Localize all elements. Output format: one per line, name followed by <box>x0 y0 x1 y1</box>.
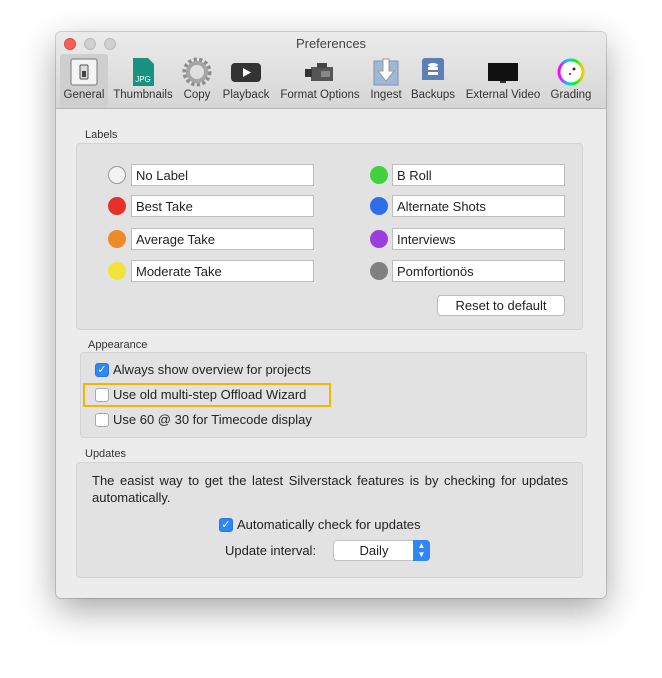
drive-icon <box>422 58 444 85</box>
checkbox[interactable]: ✓ <box>219 518 233 532</box>
label-name-field[interactable]: Alternate Shots <box>392 195 565 217</box>
label-name-field[interactable]: Best Take <box>131 195 314 217</box>
label-name-field[interactable]: No Label <box>131 164 314 186</box>
jpg-file-icon: JPG <box>133 58 154 86</box>
tab-external-video[interactable]: External Video <box>462 54 544 108</box>
checkbox[interactable] <box>95 388 109 402</box>
appearance-heading: Appearance <box>88 339 148 351</box>
label-color-dot <box>108 230 126 248</box>
tab-backups[interactable]: Backups <box>408 54 458 108</box>
play-icon <box>231 63 261 82</box>
svg-text:JPG: JPG <box>135 75 151 84</box>
tab-label: Ingest <box>370 89 402 101</box>
update-interval-label: Update interval: <box>225 543 317 558</box>
chevron-updown-icon: ▲ ▼ <box>413 540 430 561</box>
updates-heading: Updates <box>85 448 126 460</box>
updates-description: The easist way to get the latest Silvers… <box>92 473 568 505</box>
toolbar: Preferences General JPG Thumbnails Copy … <box>56 32 606 109</box>
checkbox-label: Use 60 @ 30 for Timecode display <box>113 412 312 427</box>
window-title: Preferences <box>295 36 367 51</box>
tab-general[interactable]: General <box>60 54 108 108</box>
label-color-dot <box>108 166 126 184</box>
monitor-icon <box>488 63 518 83</box>
tab-grading[interactable]: Grading <box>546 54 596 108</box>
checkbox-label: Always show overview for projects <box>113 362 311 377</box>
tab-label: Copy <box>183 89 211 101</box>
labels-heading: Labels <box>85 129 118 141</box>
camera-icon <box>305 63 333 81</box>
update-interval-select[interactable]: Daily ▲ ▼ <box>333 540 430 561</box>
label-color-dot <box>108 197 126 215</box>
checkbox[interactable] <box>95 413 109 427</box>
label-color-dot <box>370 166 388 184</box>
checkbox-label: Use old multi-step Offload Wizard <box>113 387 307 402</box>
label-color-dot <box>370 230 388 248</box>
tab-thumbnails[interactable]: JPG Thumbnails <box>111 54 175 108</box>
label-color-dot <box>108 262 126 280</box>
select-value: Daily <box>359 543 389 558</box>
label-name-field[interactable]: Average Take <box>131 228 314 250</box>
tab-playback[interactable]: Playback <box>219 54 273 108</box>
color-wheel-icon <box>557 58 585 86</box>
checkbox-label: Automatically check for updates <box>237 517 421 532</box>
tab-ingest[interactable]: Ingest <box>367 54 405 108</box>
label-color-dot <box>370 197 388 215</box>
checkbox[interactable]: ✓ <box>95 363 109 377</box>
label-color-dot <box>370 262 388 280</box>
tab-copy[interactable]: Copy <box>178 54 216 108</box>
label-name-field[interactable]: Moderate Take <box>131 260 314 282</box>
label-name-field[interactable]: Interviews <box>392 228 565 250</box>
tab-label: Backups <box>410 89 456 101</box>
tab-label: Thumbnails <box>113 89 173 101</box>
switch-icon <box>70 58 98 86</box>
tab-label: Grading <box>550 89 592 101</box>
tab-label: General <box>63 89 105 101</box>
tab-format-options[interactable]: Format Options <box>276 54 364 108</box>
tab-label: Playback <box>222 89 270 101</box>
reset-to-default-button[interactable]: Reset to default <box>437 295 565 316</box>
tab-label: External Video <box>465 89 541 101</box>
download-arrow-icon <box>373 58 399 86</box>
label-name-field[interactable]: Pomfortionös <box>392 260 565 282</box>
label-name-field[interactable]: B Roll <box>392 164 565 186</box>
preferences-window: Preferences General JPG Thumbnails Copy … <box>56 32 606 598</box>
tab-label: Format Options <box>280 89 360 101</box>
gear-icon <box>182 57 212 87</box>
